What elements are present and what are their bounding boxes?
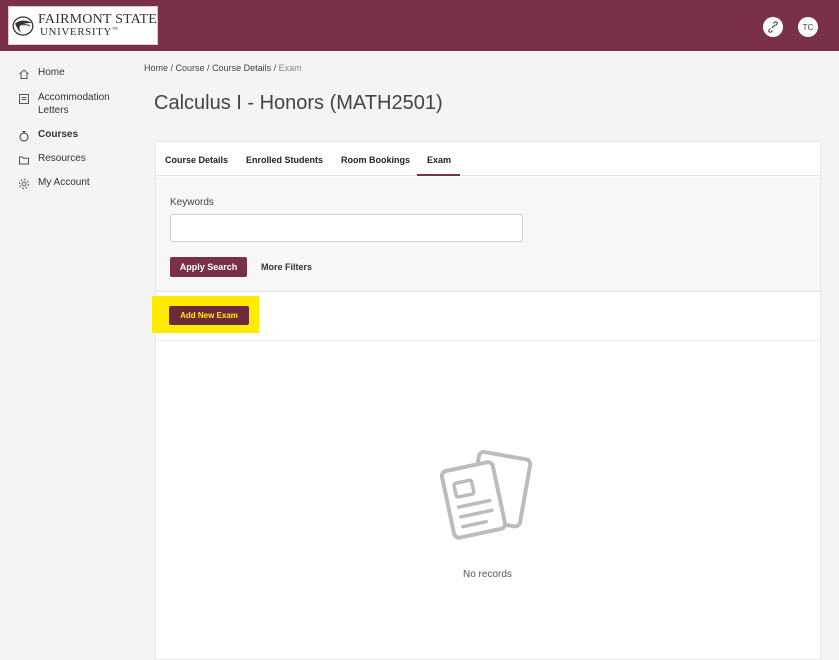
active-tab-indicator (417, 174, 460, 176)
sidebar-item-home[interactable]: Home (18, 67, 65, 80)
link-icon[interactable] (763, 17, 783, 37)
avatar-initials: TC (802, 22, 814, 32)
top-bar: FAIRMONT STATE UNIVERSITY™ TC (0, 0, 839, 51)
keywords-label: Keywords (170, 197, 214, 208)
avatar[interactable]: TC (798, 17, 818, 37)
sidebar-item-resources[interactable]: Resources (18, 153, 86, 166)
more-filters-button[interactable]: More Filters (261, 262, 312, 272)
breadcrumb-separator: / (168, 63, 176, 73)
breadcrumb-current: Exam (278, 63, 302, 73)
breadcrumb-separator: / (204, 63, 213, 73)
add-new-exam-button[interactable]: Add New Exam (169, 306, 249, 325)
sidebar-item-label: Resources (38, 153, 86, 164)
breadcrumb-separator: / (271, 63, 279, 73)
page-title: Calculus I - Honors (MATH2501) (154, 92, 443, 114)
tab-exam[interactable]: Exam (427, 155, 451, 165)
empty-state-text: No records (463, 569, 512, 580)
university-logo[interactable]: FAIRMONT STATE UNIVERSITY™ (8, 6, 158, 45)
logo-line1: FAIRMONT STATE (37, 12, 157, 27)
breadcrumb-course[interactable]: Course (176, 63, 205, 73)
content-card: Course Details Enrolled Students Room Bo… (155, 141, 821, 660)
letters-icon (19, 94, 29, 104)
breadcrumb: Home / Course / Course Details / Exam (144, 63, 302, 73)
sidebar-item-courses[interactable]: Courses (18, 129, 78, 142)
sidebar-item-label: Courses (38, 129, 79, 140)
gear-icon (19, 179, 29, 189)
sidebar-item-label: Home (38, 67, 65, 78)
documents-icon (439, 450, 533, 540)
apply-search-button[interactable]: Apply Search (170, 257, 247, 277)
sidebar-item-accommodation-letters[interactable]: Accommodation Letters (18, 92, 110, 116)
breadcrumb-course-details[interactable]: Course Details (212, 63, 271, 73)
breadcrumb-home[interactable]: Home (144, 63, 168, 73)
sidebar-item-label: Accommodation (38, 92, 110, 103)
tab-course-details[interactable]: Course Details (165, 155, 228, 165)
falcon-logo-icon (12, 15, 34, 36)
folder-icon (19, 156, 29, 165)
home-icon (19, 69, 29, 79)
logo-line2: UNIVERSITY™ (39, 26, 119, 38)
section-divider (156, 340, 820, 341)
tab-room-bookings[interactable]: Room Bookings (341, 155, 410, 165)
sidebar-item-label: My Account (38, 177, 90, 188)
logo-trademark: ™ (111, 27, 119, 33)
sidebar-item-my-account[interactable]: My Account (18, 177, 90, 190)
courses-icon (19, 131, 29, 142)
search-filters: Keywords Apply Search More Filters (156, 177, 820, 292)
keywords-input[interactable] (170, 214, 523, 242)
tab-bar: Course Details Enrolled Students Room Bo… (156, 142, 820, 176)
tab-enrolled-students[interactable]: Enrolled Students (246, 155, 323, 165)
sidebar-item-label-line2: Letters (38, 105, 69, 116)
